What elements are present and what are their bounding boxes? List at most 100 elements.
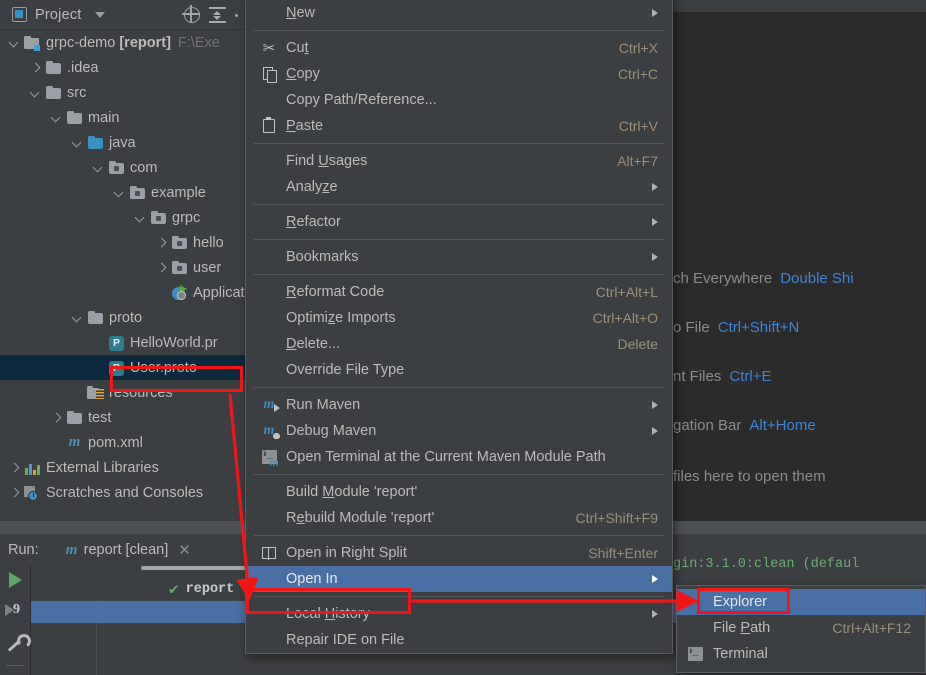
chevron-right-icon [652, 427, 658, 435]
menu-item-find-usages[interactable]: Find Usages Alt+F7 [246, 148, 672, 174]
submenu-item-label: Terminal [713, 646, 768, 662]
menu-item-build-module-report[interactable]: Build Module 'report' [246, 479, 672, 505]
chevron-down-icon[interactable] [71, 136, 84, 149]
package-icon [129, 185, 146, 201]
tree-item-main[interactable]: main [0, 105, 245, 130]
wrench-icon[interactable] [5, 633, 25, 651]
chevron-right-icon[interactable] [29, 61, 42, 74]
chevron-right-icon[interactable] [8, 486, 21, 499]
menu-item-delete[interactable]: Delete... Delete [246, 331, 672, 357]
tree-item-external-libraries[interactable]: External Libraries [0, 455, 245, 480]
tree-item-hello[interactable]: hello [0, 230, 245, 255]
console-green-text: gin:3.1.0:clean (defaul [673, 555, 926, 577]
menu-item-label: Bookmarks [286, 249, 359, 265]
menu-item-shortcut: Alt+F7 [617, 153, 658, 169]
menu-item-reformat-code[interactable]: Reformat Code Ctrl+Alt+L [246, 279, 672, 305]
menu-item-run-maven[interactable]: m Run Maven [246, 392, 672, 418]
tree-item-label: grpc [172, 209, 201, 226]
tree-item-helloworld-pr[interactable]: P HelloWorld.pr [0, 330, 245, 355]
tree-item-idea[interactable]: .idea [0, 55, 245, 80]
tree-item-grpc-demo-report[interactable]: grpc-demo [report] F:\Exe [0, 30, 245, 55]
locate-icon[interactable] [182, 5, 200, 23]
menu-item-refactor[interactable]: Refactor [246, 209, 672, 235]
tree-item-com[interactable]: com [0, 155, 245, 180]
menu-icon-wrap: m [258, 448, 280, 469]
package-icon [150, 210, 167, 226]
folder-icon [87, 310, 104, 326]
more-options-icon[interactable] [235, 13, 238, 17]
proto-file-icon: P [108, 335, 125, 351]
chevron-down-icon[interactable] [50, 111, 63, 124]
tree-item-grpc[interactable]: grpc [0, 205, 245, 230]
ide-window: ch Everywhere Double Shi o File Ctrl+Shift+… [0, 0, 926, 675]
menu-item-override-file-type[interactable]: Override File Type [246, 357, 672, 383]
menu-item-debug-maven[interactable]: m Debug Maven [246, 418, 672, 444]
submenu-item-terminal[interactable]: Terminal [677, 641, 925, 667]
chevron-right-icon[interactable] [155, 236, 168, 249]
tree-item-example[interactable]: example [0, 180, 245, 205]
menu-item-rebuild-module-report[interactable]: Rebuild Module 'report' Ctrl+Shift+F9 [246, 505, 672, 531]
chevron-down-icon[interactable] [134, 211, 147, 224]
maven-file-icon: m [68, 434, 81, 450]
terminal-icon [687, 645, 703, 661]
chevron-down-icon[interactable] [113, 186, 126, 199]
menu-item-label: Run Maven [286, 397, 361, 413]
menu-icon-wrap [258, 67, 280, 83]
menu-item-open-in-right-split[interactable]: Open in Right Split Shift+Enter [246, 540, 672, 566]
project-tree[interactable]: grpc-demo [report] F:\Exe .idea src main java… [0, 30, 245, 505]
tree-item-scratches-and-consoles[interactable]: Scratches and Consoles [0, 480, 245, 505]
tree-item-applicat[interactable]: Applicat [0, 280, 245, 305]
menu-item-cut[interactable]: ✂ Cut Ctrl+X [246, 35, 672, 61]
chevron-right-icon[interactable] [50, 411, 63, 424]
menu-separator [254, 143, 664, 144]
menu-separator [254, 30, 664, 31]
project-view-selector[interactable]: Project [0, 7, 105, 23]
menu-item-label: Refactor [286, 214, 341, 230]
menu-item-bookmarks[interactable]: Bookmarks [246, 244, 672, 270]
tree-item-pom-xml[interactable]: m pom.xml [0, 430, 245, 455]
menu-item-analyze[interactable]: Analyze [246, 174, 672, 200]
context-menu[interactable]: New ✂ Cut Ctrl+X Copy Ctrl+C Copy Path/Referen… [245, 0, 673, 654]
run-icon[interactable] [8, 572, 22, 588]
menu-separator [254, 204, 664, 205]
menu-item-paste[interactable]: Paste Ctrl+V [246, 113, 672, 139]
chevron-down-icon[interactable] [94, 11, 105, 18]
chevron-down-icon[interactable] [71, 311, 84, 324]
tree-item-java[interactable]: java [0, 130, 245, 155]
close-icon[interactable]: ✕ [178, 541, 191, 559]
tree-item-test[interactable]: test [0, 405, 245, 430]
menu-item-shortcut: Ctrl+V [618, 118, 658, 134]
collapse-all-icon[interactable] [209, 7, 226, 23]
menu-item-copy-path-reference[interactable]: Copy Path/Reference... [246, 87, 672, 113]
submenu-item-file-path[interactable]: File Path Ctrl+Alt+F12 [677, 615, 925, 641]
run-tab-report-clean[interactable]: m report [clean] ✕ [63, 541, 191, 560]
menu-item-label: Open Terminal at the Current Maven Modul… [286, 449, 606, 465]
menu-item-optimize-imports[interactable]: Optimize Imports Ctrl+Alt+O [246, 305, 672, 331]
project-toolbar: Project [0, 0, 245, 30]
chevron-right-icon[interactable] [8, 461, 21, 474]
rerun-icon[interactable]: 9 [5, 602, 25, 619]
editor-hint-text: o File [673, 319, 710, 336]
editor-hint-row: nt Files Ctrl+E [673, 368, 926, 417]
tree-item-label: hello [193, 234, 224, 251]
menu-item-copy[interactable]: Copy Ctrl+C [246, 61, 672, 87]
tree-item-label: pom.xml [88, 434, 143, 451]
tree-item-user[interactable]: user [0, 255, 245, 280]
tree-item-proto[interactable]: proto [0, 305, 245, 330]
menu-item-open-terminal-at-the-current-maven-module-path[interactable]: m Open Terminal at the Current Maven Modu… [246, 444, 672, 470]
menu-item-repair-ide-on-file[interactable]: Repair IDE on File [246, 627, 672, 653]
package-icon [171, 235, 188, 251]
open-in-highlight-box [246, 588, 411, 614]
tree-item-src[interactable]: src [0, 80, 245, 105]
editor-hint-row: gation Bar Alt+Home [673, 417, 926, 466]
project-tool-window: Project grpc-demo [report] F:\Exe .idea src… [0, 0, 245, 521]
user-proto-highlight-box [110, 366, 243, 392]
editor-hint-text: gation Bar [673, 417, 742, 434]
menu-item-new[interactable]: New [246, 0, 672, 26]
chevron-down-icon[interactable] [29, 86, 42, 99]
chevron-down-icon[interactable] [8, 36, 21, 49]
chevron-right-icon[interactable] [155, 261, 168, 274]
chevron-down-icon[interactable] [92, 161, 105, 174]
